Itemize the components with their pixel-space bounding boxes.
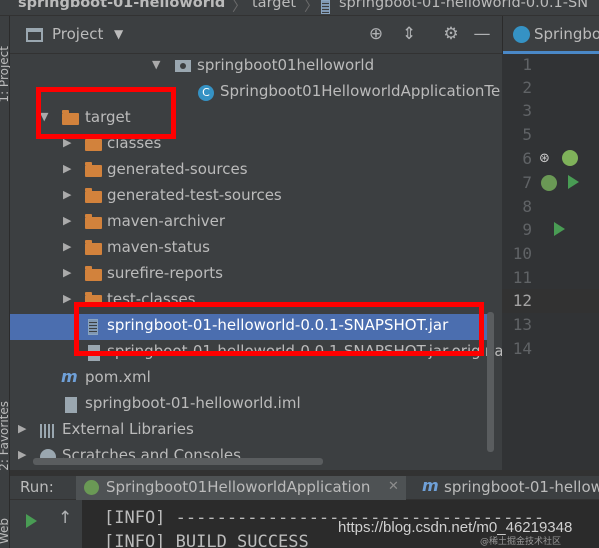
expanded-arrow-icon[interactable]: ▼ [152,58,160,71]
collapsed-arrow-icon[interactable]: ▶ [18,422,26,435]
hide-icon[interactable]: — [472,24,492,44]
spring-class-icon: C [198,85,214,101]
folder-icon [85,136,102,151]
collapsed-arrow-icon[interactable]: ▶ [18,448,26,461]
folder-icon [85,188,102,203]
project-view-icon [26,28,43,42]
left-tool-stripe: 1: Project 2: Favorites Web [0,16,11,548]
spring-class-icon [513,26,530,43]
run-label: Run: [20,478,54,496]
tree-item[interactable]: ▶ surefire-reports [10,262,490,288]
project-panel-title[interactable]: Project [52,25,103,43]
tree-item[interactable]: m pom.xml [10,366,490,392]
run-tab-application[interactable]: Springboot01HelloworldApplication ✕ [76,476,406,500]
collapsed-arrow-icon[interactable]: ▶ [63,240,71,253]
tree-item-label: Springboot01HelloworldApplicationTe [220,82,501,100]
folder-icon [85,214,102,229]
watermark-sub: @稀土掘金技术社区 [480,537,562,547]
maven-icon: m [422,476,439,495]
tree-item-label: generated-sources [107,160,248,178]
line-number: 7 [522,173,532,192]
tree-item[interactable]: ▶ generated-test-sources [10,184,490,210]
collapsed-arrow-icon[interactable]: ▶ [63,292,71,305]
tree-item-label: springboot01helloworld [197,56,375,74]
breadcrumb-separator-icon: 〉 [304,0,319,15]
highlight-box-target [36,87,176,139]
tree-item-label: pom.xml [85,368,151,386]
line-number: 11 [512,268,532,287]
locate-icon[interactable]: ⊕ [366,24,386,44]
line-number: 9 [522,220,532,239]
spring-boot-icon[interactable] [541,175,557,191]
tree-item[interactable]: ▶ External Libraries [10,418,490,444]
close-icon[interactable]: ✕ [388,479,399,494]
spring-boot-icon [84,480,99,495]
breadcrumb-target[interactable]: target [252,0,296,11]
line-number: 13 [512,315,532,334]
line-number: 8 [522,197,532,216]
run-gutter-icon[interactable] [554,222,565,236]
tree-horizontal-scrollbar[interactable] [33,458,323,465]
iml-file-icon [65,397,77,413]
line-number: 3 [522,101,532,120]
arrow-up-icon[interactable]: ↑ [58,508,72,528]
jar-icon [321,0,330,14]
gear-icon[interactable]: ⚙ [441,24,461,44]
tree-item-label: surefire-reports [107,264,223,282]
collapsed-arrow-icon[interactable]: ▶ [63,188,71,201]
highlight-box-jar [74,302,484,356]
breadcrumb-separator-icon: 〉 [232,0,247,15]
run-tab-maven[interactable]: m springboot-01-hellow [414,476,599,500]
maven-icon: m [61,367,78,386]
spring-bean-icon[interactable] [562,150,578,166]
tree-item[interactable]: ▶ generated-sources [10,158,490,184]
project-panel-header: Project ▼ ⊕ ⇕ ⚙ — [10,16,502,54]
tree-item-label: springboot-01-helloworld.iml [85,394,301,412]
line-number: 5 [522,125,532,144]
collapse-all-icon[interactable]: ⇕ [399,24,419,44]
navigation-bar: springboot-01-helloworld 〉 target 〉 spri… [0,0,599,16]
tree-item[interactable]: ▶ maven-archiver [10,210,490,236]
tree-item[interactable]: ▶ maven-status [10,236,490,262]
tree-item-label: maven-archiver [107,212,226,230]
line-number: 6 [522,149,532,168]
tree-item[interactable]: springboot-01-helloworld.iml [10,392,490,418]
tree-vertical-scrollbar[interactable] [487,312,494,452]
editor-tab-bar: Springbo [502,16,599,54]
package-icon [175,60,191,72]
editor-tab[interactable]: Springbo [534,25,599,43]
collapsed-arrow-icon[interactable]: ▶ [63,266,71,279]
line-number: 14 [512,339,532,358]
line-number-current: 12 [512,291,532,310]
console-toolbar: ↑ [10,500,82,548]
run-gutter-icon[interactable] [568,175,579,189]
chevron-down-icon[interactable]: ▼ [114,27,123,41]
libraries-icon [40,424,56,438]
folder-icon [85,266,102,281]
rerun-icon[interactable] [26,514,37,528]
breadcrumb-file[interactable]: springboot-01-helloworld-0.0.1-SN [339,0,588,11]
tree-item-label: External Libraries [62,420,194,438]
tree-item-label: maven-status [107,238,210,256]
run-tab-label: springboot-01-hellow [444,478,599,496]
tree-item-label: generated-test-sources [107,186,282,204]
tree-item[interactable]: ▶ Scratches and Consoles [10,444,490,470]
collapsed-arrow-icon[interactable]: ▶ [63,214,71,227]
line-number: 2 [522,78,532,97]
console-line: [INFO] BUILD SUCCESS [104,532,309,548]
folder-icon [85,240,102,255]
run-tab-label: Springboot01HelloworldApplication [106,478,371,496]
breadcrumb-project[interactable]: springboot-01-helloworld [18,0,225,11]
run-tool-bar: Run: Springboot01HelloworldApplication ✕… [10,476,599,500]
collapsed-arrow-icon[interactable]: ▶ [63,162,71,175]
tree-item[interactable]: ▼ springboot01helloworld [10,54,490,80]
folder-icon [85,162,102,177]
line-number: 1 [522,55,532,74]
component-scan-icon[interactable]: ⊛ [539,151,550,166]
line-number: 10 [512,244,532,263]
